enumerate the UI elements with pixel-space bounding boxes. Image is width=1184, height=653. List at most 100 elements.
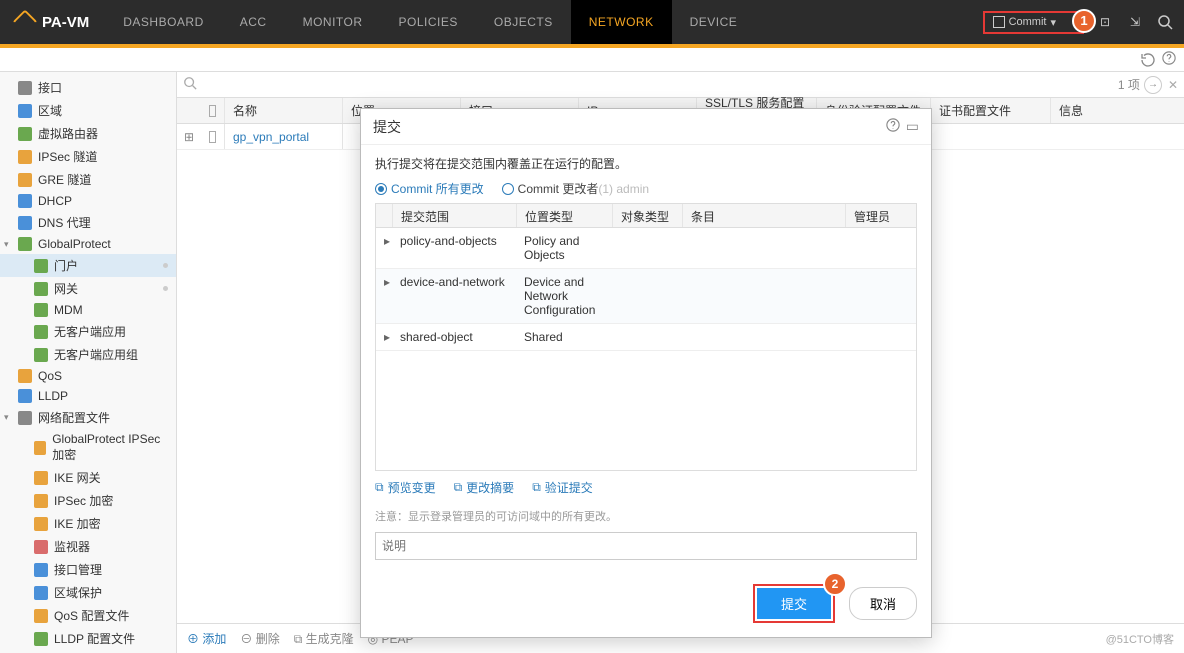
annotation-badge-1: 1 [1072, 9, 1096, 33]
clear-icon[interactable]: ✕ [1168, 78, 1178, 92]
expand-arrow-icon[interactable]: ▸ [376, 324, 392, 350]
sidebar-item[interactable]: MDM [0, 300, 176, 320]
scope-row[interactable]: ▸policy-and-objectsPolicy and Objects [376, 228, 916, 269]
expand-arrow-icon[interactable]: ▸ [376, 228, 392, 268]
topnav-monitor[interactable]: MONITOR [285, 0, 381, 44]
sidebar-item[interactable]: GRE 隧道 [0, 168, 176, 191]
sidebar-icon [34, 259, 48, 273]
sidebar-label: IKE 网关 [54, 469, 101, 486]
sidebar-icon [18, 150, 32, 164]
sidebar-label: 监视器 [54, 538, 90, 555]
preview-changes-button[interactable]: ⧉ 预览变更 [375, 479, 436, 496]
sidebar-icon [34, 494, 48, 508]
sidebar-item[interactable]: 区域 [0, 99, 176, 122]
sidebar-icon [34, 441, 46, 455]
sidebar-item[interactable]: QoS [0, 366, 176, 386]
sidebar-item[interactable]: 网关 [0, 277, 176, 300]
th-loc[interactable]: 位置类型 [517, 204, 613, 227]
sidebar-icon [34, 563, 48, 577]
sidebar-item[interactable]: ▾GlobalProtect [0, 234, 176, 254]
sidebar-item[interactable]: 接口管理 [0, 558, 176, 581]
sidebar-label: GRE 隧道 [38, 171, 91, 188]
commit-label: Commit [1009, 16, 1047, 28]
search-input[interactable] [203, 78, 1112, 92]
search-icon[interactable] [1156, 13, 1174, 31]
sidebar-item[interactable]: LLDP [0, 386, 176, 406]
sidebar-label: QoS [38, 369, 62, 383]
loc-cell: Policy and Objects [516, 228, 612, 268]
top-nav: DASHBOARDACCMONITORPOLICIESOBJECTSNETWOR… [105, 0, 755, 44]
task-icon[interactable]: ⊡ [1096, 13, 1114, 31]
scope-row[interactable]: ▸device-and-networkDevice and Network Co… [376, 269, 916, 324]
sidebar-item[interactable]: IPSec 隧道 [0, 145, 176, 168]
commit-scope-table: 提交范围 位置类型 对象类型 条目 管理员 ▸policy-and-object… [375, 203, 917, 471]
th-admin[interactable]: 管理员 [846, 204, 916, 227]
th-scope[interactable]: 提交范围 [393, 204, 517, 227]
expand-row-icon[interactable]: ⊞ [177, 130, 201, 144]
sidebar-item[interactable]: 区域保护 [0, 581, 176, 604]
sidebar-label: 接口管理 [54, 561, 102, 578]
search-bar: 1 项 → ✕ [177, 72, 1184, 98]
sidebar-label: DNS 代理 [38, 214, 91, 231]
dialog-maximize-icon[interactable]: ▭ [906, 118, 919, 135]
sidebar-item[interactable]: IKE 加密 [0, 512, 176, 535]
topnav-acc[interactable]: ACC [222, 0, 285, 44]
sidebar-item[interactable]: 监视器 [0, 535, 176, 558]
status-dot [163, 263, 168, 268]
clone-button[interactable]: ⧉ 生成克隆 [294, 630, 354, 647]
help-icon[interactable] [1162, 51, 1176, 68]
sidebar-item[interactable]: 接口 [0, 76, 176, 99]
sidebar-item[interactable]: QoS 配置文件 [0, 604, 176, 627]
topnav-device[interactable]: DEVICE [672, 0, 756, 44]
topnav-network[interactable]: NETWORK [571, 0, 672, 44]
col-info[interactable]: 信息 [1051, 98, 1184, 123]
refresh-icon[interactable] [1140, 52, 1156, 68]
loc-cell: Shared [516, 324, 612, 350]
sidebar-item[interactable]: IPSec 加密 [0, 489, 176, 512]
sidebar-item[interactable]: 门户 [0, 254, 176, 277]
radio-commit-by[interactable]: Commit 更改者 (1) admin [502, 180, 649, 197]
chevron-down-icon: ▾ [4, 239, 9, 250]
expand-arrow-icon[interactable]: ▸ [376, 269, 392, 323]
next-page-button[interactable]: → [1144, 76, 1162, 94]
scope-row[interactable]: ▸shared-objectShared [376, 324, 916, 351]
col-name[interactable]: 名称 [225, 98, 343, 123]
delete-button[interactable]: ⊖ 删除 [240, 630, 279, 647]
validate-commit-button[interactable]: ⧉ 验证提交 [532, 479, 593, 496]
dialog-title: 提交 [373, 117, 401, 137]
sidebar-item[interactable]: 虚拟路由器 [0, 122, 176, 145]
submit-button[interactable]: 提交 [757, 588, 831, 619]
export-icon[interactable]: ⇲ [1126, 13, 1144, 31]
commit-button[interactable]: Commit 1 [983, 11, 1084, 34]
sidebar-item[interactable]: ▾网络配置文件 [0, 406, 176, 429]
radio-group: Commit 所有更改 Commit 更改者 (1) admin [375, 180, 917, 197]
add-button[interactable]: ⊕ 添加 [187, 630, 226, 647]
sidebar-icon [18, 411, 32, 425]
topnav-objects[interactable]: OBJECTS [476, 0, 571, 44]
sidebar-label: 无客户端应用 [54, 323, 126, 340]
row-name-link[interactable]: gp_vpn_portal [233, 130, 309, 144]
brand: PA-VM [0, 13, 105, 31]
dialog-help-icon[interactable] [886, 118, 900, 135]
sidebar-label: 区域保护 [54, 584, 102, 601]
topnav-dashboard[interactable]: DASHBOARD [105, 0, 222, 44]
cancel-button[interactable]: 取消 [849, 587, 917, 620]
change-summary-button[interactable]: ⧉ 更改摘要 [454, 479, 515, 496]
search-icon[interactable] [183, 76, 197, 93]
description-input[interactable] [375, 532, 917, 560]
sidebar-item[interactable]: DHCP [0, 191, 176, 211]
row-checkbox[interactable] [209, 131, 216, 143]
sidebar-item[interactable]: 无客户端应用组 [0, 343, 176, 366]
th-obj[interactable]: 对象类型 [613, 204, 683, 227]
select-all-checkbox[interactable] [209, 105, 216, 117]
topnav-policies[interactable]: POLICIES [381, 0, 476, 44]
sidebar-item[interactable]: LLDP 配置文件 [0, 627, 176, 650]
radio-icon [502, 183, 514, 195]
th-entry[interactable]: 条目 [683, 204, 846, 227]
radio-commit-all[interactable]: Commit 所有更改 [375, 180, 484, 197]
sidebar-item[interactable]: IKE 网关 [0, 466, 176, 489]
sidebar-item[interactable]: 无客户端应用 [0, 320, 176, 343]
sidebar-item[interactable]: DNS 代理 [0, 211, 176, 234]
sidebar-item[interactable]: GlobalProtect IPSec 加密 [0, 429, 176, 466]
col-cert[interactable]: 证书配置文件 [931, 98, 1051, 123]
